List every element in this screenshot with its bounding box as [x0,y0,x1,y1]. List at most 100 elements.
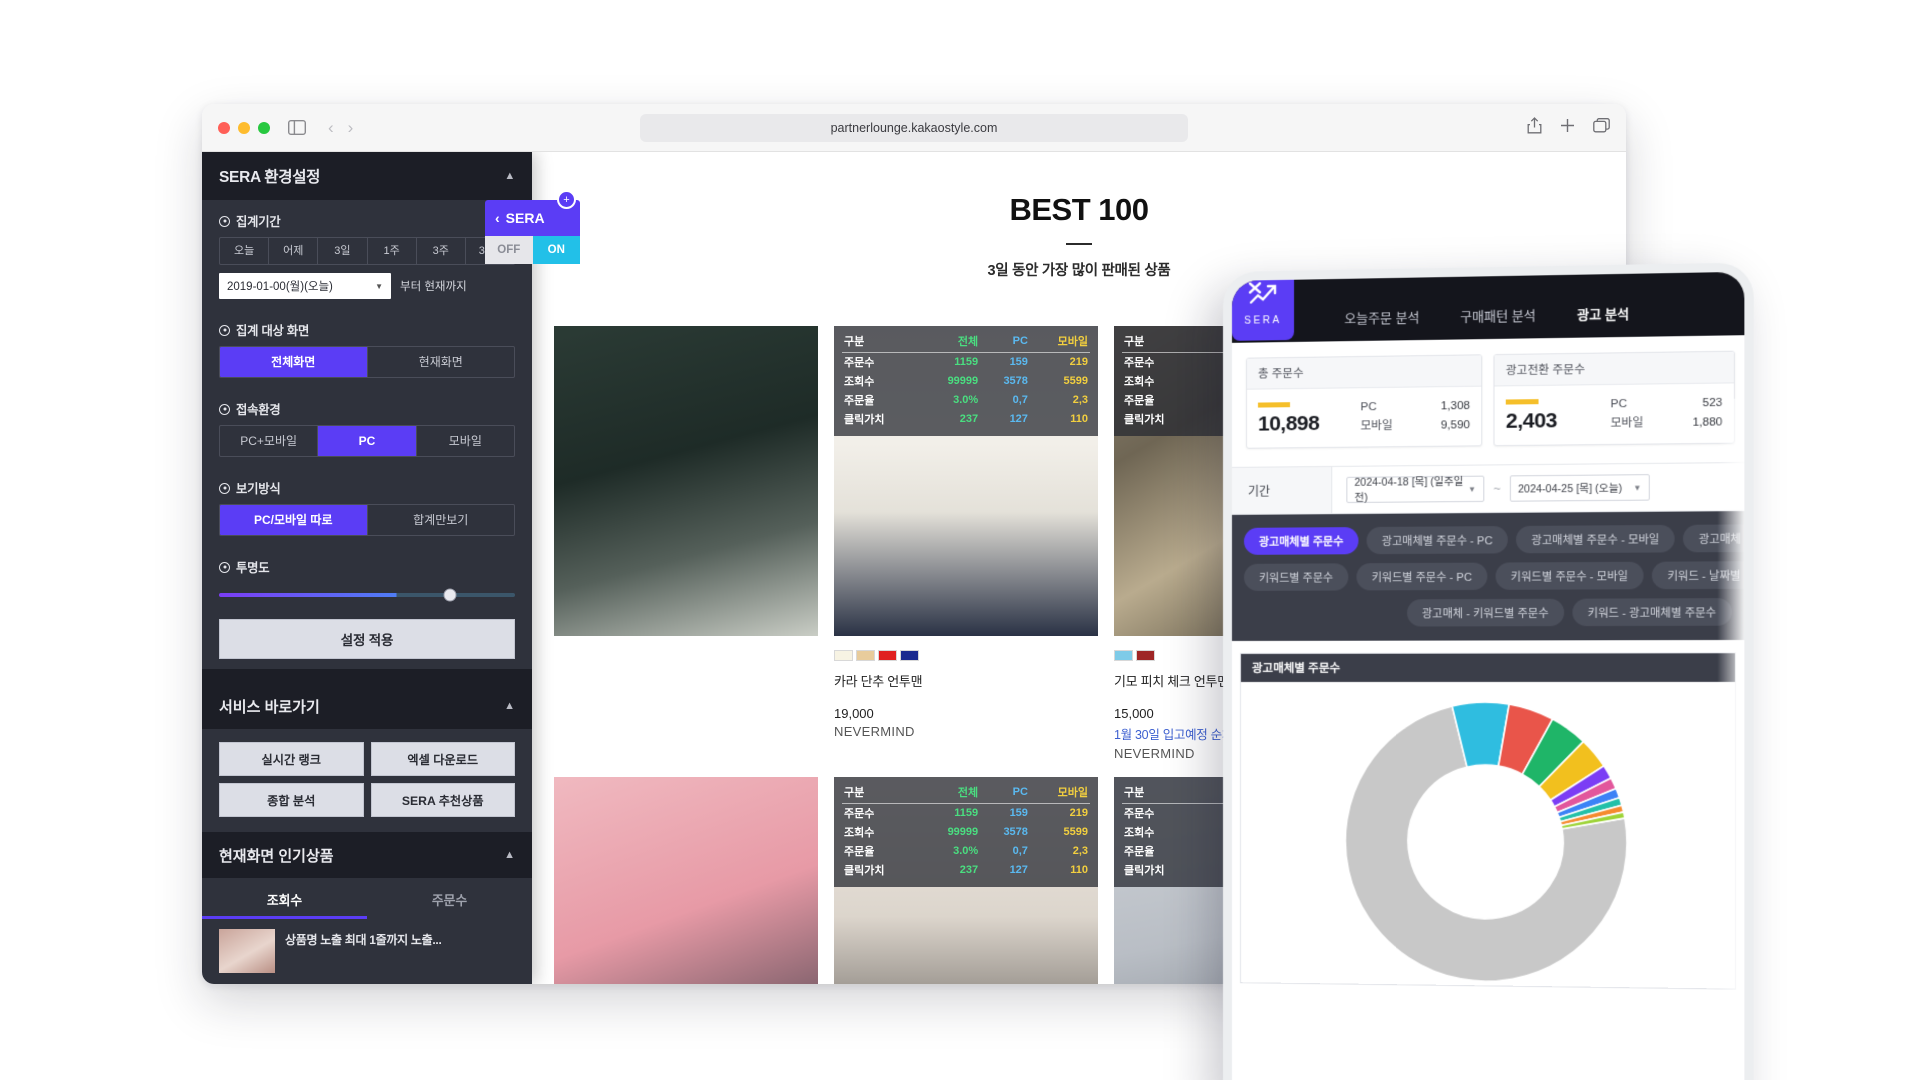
period-preset-group[interactable]: 오늘 어제 3일 1주 3주 30일 [219,237,515,265]
window-traffic-lights[interactable] [218,122,270,134]
target-all-screens[interactable]: 전체화면 [220,347,368,377]
apply-settings-button[interactable]: 설정 적용 [219,619,515,659]
nav-arrows[interactable]: ‹ › [328,118,353,138]
tab-views[interactable]: 조회수 [202,878,367,919]
swatch[interactable] [856,650,875,661]
chip-ad-media-orders-pc[interactable]: 광고매체별 주문수 - PC [1367,526,1508,554]
popular-header[interactable]: 현재화면 인기상품 ▲ [202,832,532,878]
chip-ad-media-orders-mobile[interactable]: 광고매체별 주문수 - 모바일 [1516,525,1675,553]
chip-keyword-orders[interactable]: 키워드별 주문수 [1244,564,1348,592]
kpi-accent-bar [1506,399,1539,404]
chevron-up-icon[interactable]: ▲ [504,170,515,182]
back-arrow-icon[interactable]: ‹ [328,118,334,138]
minimize-window-button[interactable] [238,122,250,134]
shortcut-realtime-rank[interactable]: 실시간 랭크 [219,742,364,776]
view-total-only[interactable]: 합계만보기 [368,505,515,535]
swatch[interactable] [878,650,897,661]
shortcuts-header[interactable]: 서비스 바로가기 ▲ [202,683,532,729]
product-image[interactable]: 구분 전체 PC 모바일 주문수1159159219 조회수9999935785… [834,777,1098,984]
tab-purchase-pattern-analysis[interactable]: 구매패턴 분석 [1440,305,1557,340]
section-label-opacity: 투명도 [219,558,515,576]
launcher-badge[interactable]: + [557,190,576,209]
product-card[interactable]: 구분 전체 PC 모바일 주문수1159159219 조회수9999935785… [834,777,1098,984]
popular-item-label: 상품명 노출 최대 1줄까지 노출... [285,929,442,949]
env-mobile[interactable]: 모바일 [417,426,514,456]
zoom-window-button[interactable] [258,122,270,134]
sera-logo[interactable]: SERA [1232,272,1294,341]
product-image[interactable] [554,326,818,636]
shortcut-sera-recommend[interactable]: SERA 추천상품 [371,783,516,817]
environment-group[interactable]: PC+모바일 PC 모바일 [219,425,515,457]
opacity-slider[interactable] [219,583,515,601]
address-bar[interactable]: partnerlounge.kakaostyle.com [640,114,1188,142]
preset-yesterday[interactable]: 어제 [269,238,318,264]
sera-launcher[interactable]: + ‹ SERA OFF ON [485,200,580,264]
preset-3weeks[interactable]: 3주 [417,238,466,264]
popular-tabs[interactable]: 조회수 주문수 [202,878,532,919]
tab-today-order-analysis[interactable]: 오늘주문 분석 [1324,306,1440,341]
chrome-right-actions[interactable] [1527,117,1610,139]
preset-3days[interactable]: 3일 [318,238,367,264]
close-window-button[interactable] [218,122,230,134]
chip-ad-media-by-keyword[interactable]: 광고매체 - 키워드별 주문수 [1407,599,1564,627]
slider-track[interactable] [219,593,515,597]
product-image[interactable] [554,777,818,984]
tab-ad-analysis[interactable]: 광고 분석 [1556,303,1649,338]
sidebar-toggle-icon[interactable] [288,120,306,135]
swatch[interactable] [900,650,919,661]
shortcut-excel-download[interactable]: 엑셀 다운로드 [371,742,516,776]
view-separate[interactable]: PC/모바일 따로 [220,505,368,535]
swatch[interactable] [1114,650,1133,661]
toggle-off-option[interactable]: OFF [485,236,533,264]
period-from-value: 2024-04-18 [목] (일주일전) [1354,474,1468,505]
kpi-breakdown-label: PC [1611,395,1628,414]
bullet-icon [219,216,230,227]
chip-keyword-orders-mobile[interactable]: 키워드별 주문수 - 모바일 [1495,562,1643,590]
donut-chart-svg [1333,690,1639,996]
product-image[interactable]: 구분 전체 PC 모바일 주문수1159159219 조회수9999935785… [834,326,1098,636]
product-card[interactable] [554,326,818,761]
env-pc[interactable]: PC [318,426,416,456]
tab-overview-icon[interactable] [1593,118,1610,138]
color-swatches[interactable] [834,650,1098,661]
share-icon[interactable] [1527,117,1542,139]
target-screen-group[interactable]: 전체화면 현재화면 [219,346,515,378]
popular-item-thumbnail[interactable] [219,929,275,973]
caret-down-icon: ▼ [375,282,383,291]
chip-keyword-orders-pc[interactable]: 키워드별 주문수 - PC [1356,563,1487,591]
chip-ad-media-orders[interactable]: 광고매체별 주문수 [1244,527,1359,555]
panel-header[interactable]: SERA 환경설정 ▲ [202,152,532,200]
preset-1week[interactable]: 1주 [368,238,417,264]
chip-keyword-by-ad-media[interactable]: 키워드 - 광고매체별 주문수 [1572,598,1732,626]
env-pc-mobile[interactable]: PC+모바일 [220,426,318,456]
product-name[interactable]: 카라 단추 언투맨 [834,671,1098,690]
preset-today[interactable]: 오늘 [220,238,269,264]
swatch[interactable] [834,650,853,661]
shortcut-overall-analysis[interactable]: 종합 분석 [219,783,364,817]
chip-keyword-by-date[interactable]: 키워드 - 날짜별 주문 [1652,561,1745,589]
chip-ad-media-by-date[interactable]: 광고매체 - 날짜별 [1683,524,1744,552]
view-mode-group[interactable]: PC/모바일 따로 합계만보기 [219,504,515,536]
period-from-select[interactable]: 2024-04-18 [목] (일주일전) ▼ [1346,476,1484,503]
product-card[interactable]: 구분 전체 PC 모바일 주문수1159159219 조회수9999935785… [834,326,1098,761]
stats-row: 주문수1159159219 [842,352,1090,372]
swatch[interactable] [1136,650,1155,661]
popular-list-item[interactable]: 상품명 노출 최대 1줄까지 노출... [202,919,532,973]
plus-icon[interactable] [1560,118,1575,138]
product-card[interactable] [554,777,818,984]
bullet-icon [219,562,230,573]
toggle-on-option[interactable]: ON [533,236,581,264]
target-current-screen[interactable]: 현재화면 [368,347,515,377]
stats-row: 주문율3.0%0,72,3 [842,391,1090,410]
tab-orders[interactable]: 주문수 [367,878,532,919]
launcher-toggle[interactable]: OFF ON [485,236,580,264]
chevron-up-icon[interactable]: ▲ [504,700,515,712]
start-date-select[interactable]: 2019-01-00(월)(오늘) ▼ [219,273,391,299]
slider-knob[interactable] [443,589,456,602]
chart-panel: 광고매체별 주문수 [1240,653,1736,990]
chevron-up-icon[interactable]: ▲ [504,849,515,861]
caret-down-icon: ▼ [1468,485,1476,494]
panel-title: SERA 환경설정 [219,165,320,187]
forward-arrow-icon[interactable]: › [348,118,354,138]
period-to-select[interactable]: 2024-04-25 [목] (오늘) ▼ [1510,474,1650,502]
